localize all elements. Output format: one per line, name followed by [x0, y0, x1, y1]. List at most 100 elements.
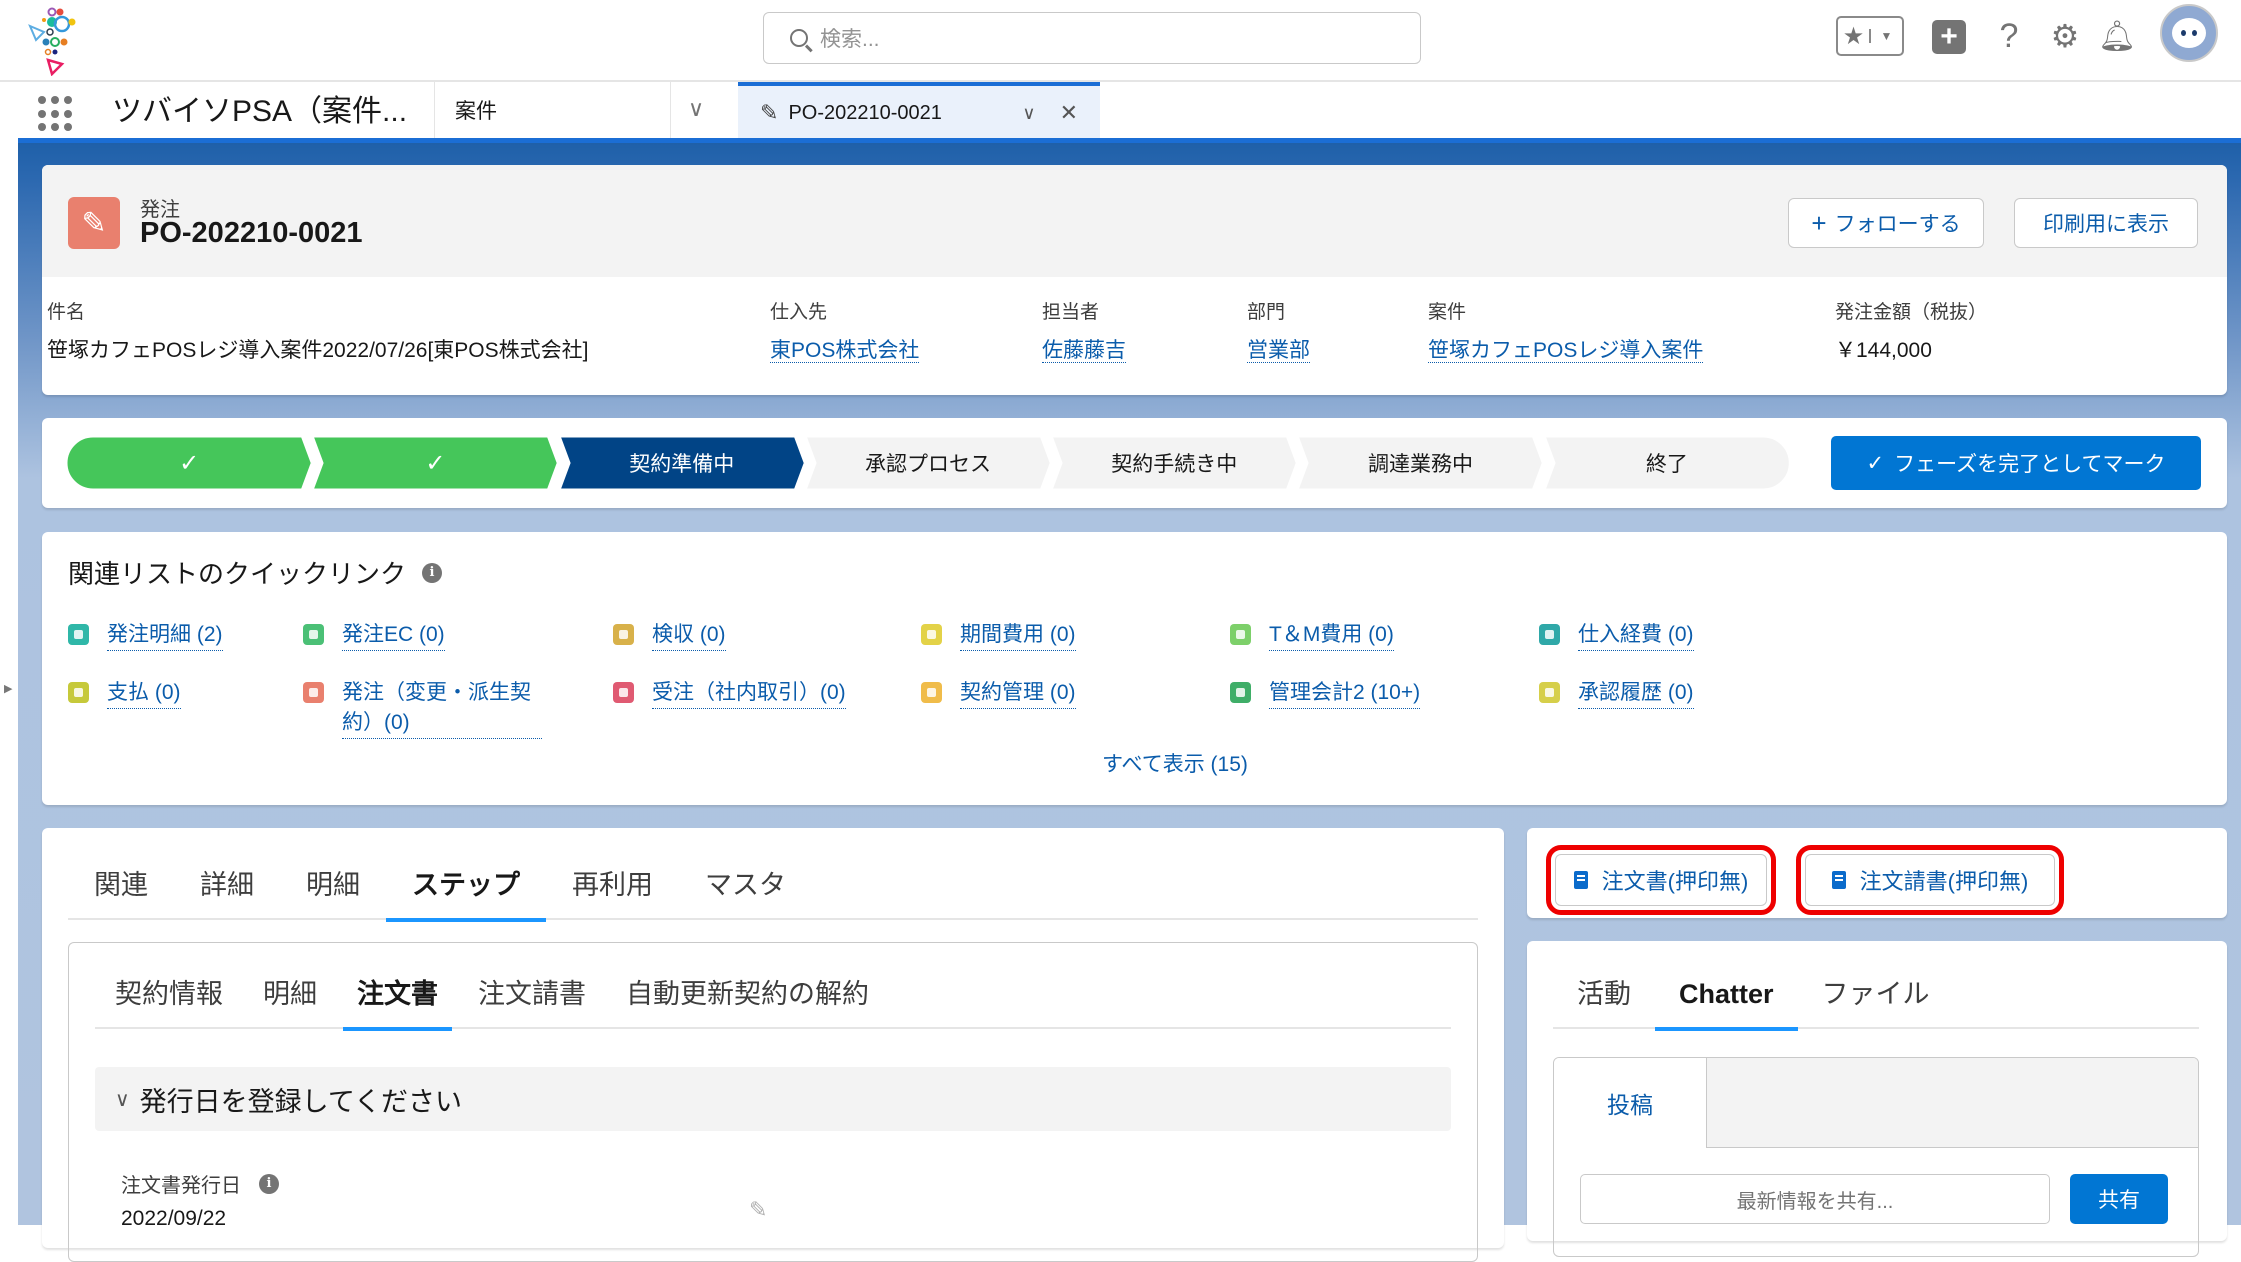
tab-menu-chevron-icon[interactable]: ∨ [1022, 103, 1035, 124]
order-document-label: 注文書(押印無) [1601, 869, 1749, 894]
step-tab[interactable]: 契約情報 [95, 969, 243, 1029]
field-label: 発注金額（税抜） [1835, 302, 1988, 323]
record-page: ▶ ✎ 発注 PO-202210-0021 + フォローする 印刷用に表示 件名 … [0, 138, 2241, 1262]
quick-link[interactable]: 承認履歴 (0) [1578, 678, 1694, 709]
path-stages: ✓ ✓ 契約準備中 承認プロセス 契約手続き中 調達業務中 終了 [66, 436, 1790, 490]
order-acknowledgement-button[interactable]: 注文請書(押印無) [1796, 845, 2064, 915]
quick-links-title: 関連リストのクイックリンク i [68, 554, 443, 591]
main-tab[interactable]: 再利用 [546, 860, 679, 920]
follow-button[interactable]: + フォローする [1788, 198, 1984, 248]
show-all-link[interactable]: すべて表示 (15) [1102, 748, 1248, 778]
nav-item-opportunities[interactable]: 案件 [455, 96, 497, 128]
quick-link[interactable]: 期間費用 (0) [960, 620, 1076, 651]
quick-link[interactable]: 発注明細 (2) [107, 620, 223, 651]
utility-bar-collapse[interactable]: ▶ [0, 138, 18, 1225]
supplier-link[interactable]: 東POS株式会社 [770, 339, 920, 363]
app-launcher-icon[interactable] [38, 96, 74, 132]
owner-link[interactable]: 佐藤藤吉 [1042, 339, 1126, 363]
caret-down-icon[interactable]: ▼ [1869, 29, 1902, 43]
main-tab[interactable]: 明細 [280, 860, 386, 920]
step-tab[interactable]: 自動更新契約の解約 [606, 969, 889, 1029]
post-tab[interactable]: 投稿 [1554, 1058, 1706, 1148]
related-object-icon [68, 624, 89, 645]
setup-button[interactable]: ⚙ [2046, 16, 2084, 56]
related-object-icon [921, 624, 942, 645]
activity-chatter-panel: 活動 Chatter ファイル 投稿 最新情報を共有... 共有 [1527, 941, 2227, 1257]
quick-link[interactable]: 検収 (0) [652, 620, 726, 651]
field-department: 部門 営業部 [1247, 297, 1310, 364]
bell-icon: 🔔︎ [2097, 19, 2137, 53]
purchase-order-icon: ✎ [68, 197, 120, 249]
global-actions-button[interactable]: + [1932, 20, 1966, 54]
quick-link[interactable]: 発注EC (0) [342, 620, 445, 651]
share-update-input[interactable]: 最新情報を共有... [1580, 1174, 2050, 1224]
plus-icon: + [1811, 207, 1827, 238]
info-icon[interactable]: i [259, 1173, 279, 1194]
user-avatar[interactable] [2160, 4, 2218, 62]
quick-link[interactable]: 契約管理 (0) [960, 678, 1076, 709]
path-stage-4[interactable]: 承認プロセス [804, 436, 1052, 490]
close-tab-icon[interactable]: ✕ [1060, 100, 1078, 126]
path-stage-7[interactable]: 終了 [1543, 436, 1790, 490]
main-tab[interactable]: ステップ [386, 860, 546, 922]
main-tab[interactable]: 関連 [68, 860, 174, 920]
favorites-button[interactable]: ★ ▼ [1836, 16, 1904, 56]
check-icon: ✓ [179, 449, 200, 477]
workspace-tab[interactable]: ✎ PO-202210-0021 ∨ ✕ [738, 82, 1100, 140]
plus-icon: + [1940, 20, 1958, 53]
quick-link[interactable]: 発注（変更・派生契約）(0) [342, 678, 542, 739]
global-search[interactable]: 検索... [763, 12, 1421, 64]
side-tabs: 活動 Chatter ファイル [1553, 969, 2199, 1031]
main-tab[interactable]: 詳細 [174, 860, 280, 920]
quick-link[interactable]: 受注（社内取引）(0) [652, 678, 846, 709]
notifications-button[interactable]: 🔔︎ [2098, 16, 2136, 56]
department-link[interactable]: 営業部 [1247, 339, 1310, 363]
publisher-tab-bar [1706, 1058, 2198, 1148]
search-icon [790, 29, 808, 47]
quick-link[interactable]: T＆M費用 (0) [1269, 620, 1394, 651]
edit-pencil-icon[interactable]: ✎ [749, 1197, 767, 1223]
quick-link[interactable]: 仕入経費 (0) [1578, 620, 1694, 651]
side-tab[interactable]: 活動 [1553, 969, 1655, 1029]
expand-arrow-icon[interactable]: ▶ [4, 682, 12, 695]
quick-link-item: 承認履歴 (0) [1539, 678, 1694, 709]
path-stage-1[interactable]: ✓ [66, 436, 313, 490]
help-button[interactable]: ? [1992, 16, 2026, 56]
field-order-amount: 発注金額（税抜） ￥144,000 [1835, 297, 1987, 364]
mark-stage-complete-button[interactable]: ✓ フェーズを完了としてマーク [1831, 436, 2201, 490]
order-document-button[interactable]: 注文書(押印無) [1546, 845, 1776, 915]
related-list-quick-links: 関連リストのクイックリンク i 発注明細 (2) 発注EC (0) 検収 (0) 期間… [42, 532, 2227, 805]
app-logo[interactable] [22, 4, 88, 76]
quick-link-item: 発注EC (0) [303, 620, 445, 651]
step-tab[interactable]: 注文請書 [458, 969, 606, 1029]
path-stage-5[interactable]: 契約手続き中 [1051, 436, 1298, 490]
field-owner: 担当者 佐藤藤吉 [1042, 297, 1126, 364]
quick-link[interactable]: 管理会計2 (10+) [1269, 678, 1421, 709]
path-stage-6[interactable]: 調達業務中 [1297, 436, 1544, 490]
path-stage-3[interactable]: 契約準備中 [558, 436, 805, 490]
related-object-icon [1230, 682, 1251, 703]
step-panel: 契約情報 明細 注文書 注文請書 自動更新契約の解約 ∨ 発行日を登録してください 注文… [68, 942, 1478, 1262]
opportunity-link[interactable]: 笹塚カフェPOSレジ導入案件 [1428, 339, 1704, 363]
side-tab[interactable]: Chatter [1655, 969, 1798, 1031]
step-tab[interactable]: 注文書 [337, 969, 458, 1031]
gear-icon: ⚙ [2050, 18, 2080, 54]
quick-link-item: 管理会計2 (10+) [1230, 678, 1421, 709]
issue-date-section[interactable]: ∨ 発行日を登録してください [95, 1067, 1451, 1131]
nav-item-menu-chevron-icon[interactable]: ∨ [688, 96, 704, 122]
quick-links-heading: 関連リストのクイックリンク [68, 559, 407, 589]
share-button[interactable]: 共有 [2070, 1174, 2168, 1224]
star-icon[interactable]: ★ [1838, 22, 1869, 51]
follow-label: フォローする [1834, 213, 1961, 236]
info-icon[interactable]: i [422, 562, 443, 583]
main-tabset: 関連 詳細 明細 ステップ 再利用 マスタ 契約情報 明細 注文書 注文請書 自動更新契約の解約 … [42, 828, 1504, 1262]
main-tab[interactable]: マスタ [679, 860, 812, 920]
step-tab[interactable]: 明細 [243, 969, 337, 1029]
related-object-icon [303, 682, 324, 703]
stage-label: 調達業務中 [1368, 453, 1474, 476]
order-acknowledgement-label: 注文請書(押印無) [1859, 869, 2029, 894]
quick-link[interactable]: 支払 (0) [107, 678, 181, 709]
printable-view-button[interactable]: 印刷用に表示 [2014, 198, 2198, 248]
path-stage-2[interactable]: ✓ [312, 436, 559, 490]
side-tab[interactable]: ファイル [1798, 969, 1954, 1029]
